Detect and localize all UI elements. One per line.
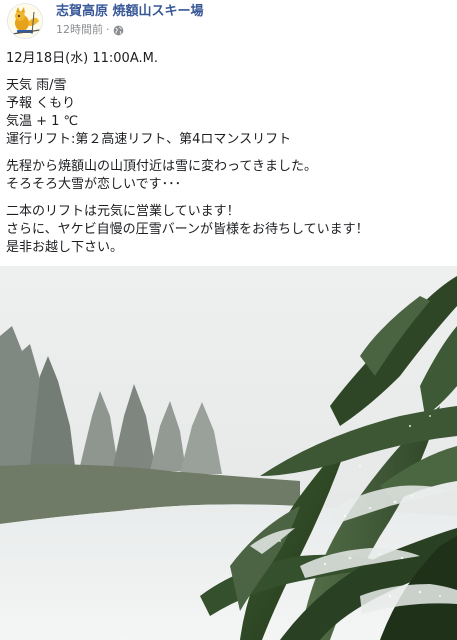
- post-photo[interactable]: [0, 266, 457, 640]
- post-body: 12月18日(水) 11:00A.M. 天気 雨/雪 予報 くもり 気温 + 1…: [6, 50, 451, 257]
- forecast-line: 予報 くもり: [6, 96, 76, 111]
- post-header: 志賀高原 焼額山スキー場 12時間前 ·: [0, 0, 457, 44]
- meta-separator: ·: [106, 23, 110, 36]
- post-timestamp[interactable]: 12時間前: [56, 22, 103, 38]
- avatar[interactable]: [7, 3, 43, 39]
- operation-line-1: 二本のリフトは元気に営業しています！: [6, 204, 240, 219]
- report-line-1: 先程から焼額山の山頂付近は雪に変わってきました。: [6, 159, 317, 174]
- snowy-bamboo-photo: [0, 266, 457, 640]
- facebook-post: 志賀高原 焼額山スキー場 12時間前 · 12月18日(水) 11:00A.M.…: [0, 0, 457, 640]
- globe-icon[interactable]: [113, 25, 124, 36]
- operation-line-3: 是非お越し下さい。: [6, 240, 124, 255]
- lifts-line: 運行リフト:第２高速リフト、第4ロマンスリフト: [6, 132, 292, 147]
- page-name-link[interactable]: 志賀高原 焼額山スキー場: [56, 3, 204, 21]
- mascot-logo-icon: [8, 4, 42, 38]
- post-meta: 12時間前 ·: [56, 22, 124, 38]
- report-line-2: そろそろ大雪が恋しいです･･･: [6, 177, 182, 192]
- post-date-line: 12月18日(水) 11:00A.M.: [6, 51, 158, 66]
- temperature-line: 気温 + 1 ℃: [6, 114, 79, 129]
- operation-line-2: さらに、ヤケビ自慢の圧雪バーンが皆様をお待ちしています！: [6, 222, 369, 237]
- weather-line: 天気 雨/雪: [6, 78, 67, 93]
